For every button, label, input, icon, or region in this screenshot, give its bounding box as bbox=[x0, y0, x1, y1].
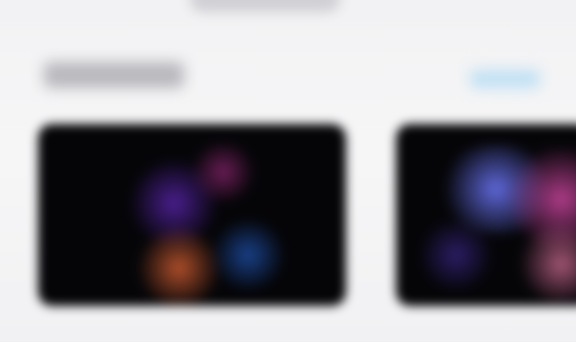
artwork-glow-blue bbox=[208, 220, 288, 290]
media-card[interactable] bbox=[396, 124, 576, 306]
artwork-glow-indigo bbox=[416, 220, 496, 290]
see-all-link[interactable] bbox=[470, 70, 540, 88]
artwork-glow-magenta bbox=[188, 142, 258, 202]
app-window bbox=[0, 0, 576, 342]
section-title bbox=[44, 62, 184, 88]
media-card[interactable] bbox=[38, 124, 346, 306]
top-pill-control[interactable] bbox=[190, 0, 340, 12]
